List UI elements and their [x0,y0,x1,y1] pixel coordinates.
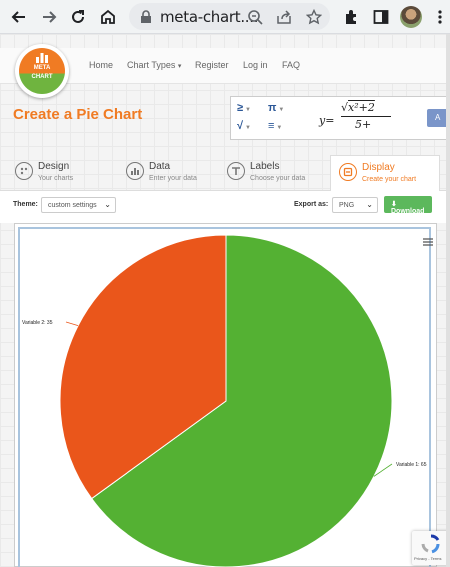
tab-labels-subtitle: Choose your data [250,175,306,182]
avatar[interactable] [400,6,422,28]
display-icon [339,163,357,181]
nav-faq[interactable]: FAQ [282,60,300,70]
formula-num-text: x²+2 [348,101,375,114]
formula-y: y= [319,114,335,127]
sqrt-button[interactable]: √ ▼ [237,120,251,132]
scrollbar[interactable] [446,34,450,567]
nav-chart-types-label: Chart Types [127,60,176,70]
options-row: Theme: custom settings ⌄ Export as: PNG … [0,191,450,223]
formula-numerator: √x²+2 [341,101,375,114]
back-icon[interactable] [7,5,31,29]
tab-display[interactable]: Display Create your chart [330,155,440,192]
chart-container: Variable 1: 65 Variable 2: 35 [14,223,437,567]
nav-register[interactable]: Register [195,60,229,70]
chevron-down-icon: ⌄ [366,200,373,209]
tab-labels-title: Labels [250,161,280,172]
chevron-down-icon: ▾ [177,63,182,70]
bar-chart-icon [126,162,144,180]
chevron-down-icon: ▼ [245,107,251,113]
tab-display-title: Display [362,162,395,173]
equation-panel: ≥ ▼ π ▼ √ ▼ ≡ ▼ y= √x²+2 5+ A [230,96,450,140]
recaptcha-badge[interactable]: Privacy - Terms [412,531,450,565]
pi-button[interactable]: π ▼ [268,102,284,114]
lock-icon[interactable] [136,7,156,27]
chart-menu-icon[interactable] [423,233,433,246]
text-icon [227,162,245,180]
formula-denominator: 5+ [355,118,372,131]
nav-chart-types[interactable]: Chart Types ▾ [127,60,181,70]
theme-label: Theme: [13,201,38,208]
tab-design[interactable]: Design Your charts [15,155,125,191]
menu-icon[interactable] [428,5,450,29]
export-format-value: PNG [339,202,355,209]
download-button[interactable]: ⬇ Download [384,196,432,215]
reload-icon[interactable] [66,5,90,29]
theme-select-value: custom settings [48,202,97,209]
url-text: meta-chart.... [160,8,259,26]
apply-label: A [435,113,441,122]
home-icon[interactable] [96,5,120,29]
recaptcha-links[interactable]: Privacy - Terms [414,556,441,561]
export-format-select[interactable]: PNG ⌄ [332,197,378,213]
tab-design-subtitle: Your charts [38,175,74,182]
chart-frame: Variable 1: 65 Variable 2: 35 [18,227,433,567]
matrix-symbol: ≡ [268,120,275,132]
star-icon[interactable] [304,7,324,27]
sqrt-symbol: √ [237,120,244,132]
inequality-symbol: ≥ [237,102,244,114]
download-label: Download [391,208,425,215]
recaptcha-icon [421,534,440,554]
logo-line1: META [33,65,51,71]
matrix-button[interactable]: ≡ ▼ [268,120,282,132]
site-logo[interactable]: META CHART [15,44,69,98]
logo-line2: CHART [31,74,53,80]
tab-data-title: Data [149,161,171,172]
export-label: Export as: [294,201,329,208]
nav-login[interactable]: Log in [243,60,268,70]
extensions-icon[interactable] [340,5,364,29]
chevron-down-icon: ▼ [276,125,283,131]
forward-icon[interactable] [37,5,61,29]
chevron-down-icon: ▼ [245,125,251,131]
page-title: Create a Pie Chart [13,106,143,123]
fraction-line [341,116,391,117]
palette-icon [15,162,33,180]
chart-steps-tabs: Design Your charts Data Enter your data … [0,155,450,192]
logo-badge: META CHART [19,48,65,94]
inequality-button[interactable]: ≥ ▼ [237,102,251,114]
share-icon[interactable] [274,7,294,27]
bar-chart-icon [36,53,48,63]
tab-data[interactable]: Data Enter your data [126,155,236,191]
data-label-2: Variable 2: 35 [22,320,53,326]
pi-symbol: π [268,102,277,114]
browser-toolbar: meta-chart.... [0,0,450,34]
nav-home[interactable]: Home [89,60,113,70]
tab-design-title: Design [38,161,70,172]
data-label-1: Variable 1: 65 [396,462,427,468]
pie-chart: Variable 1: 65 Variable 2: 35 [22,234,427,567]
download-icon: ⬇ [391,201,397,208]
chevron-down-icon: ▼ [278,107,285,113]
zoom-icon[interactable] [245,7,265,27]
tab-display-subtitle: Create your chart [362,176,417,183]
theme-select[interactable]: custom settings ⌄ [41,197,116,213]
label-connector-2 [65,321,79,327]
tab-labels[interactable]: Labels Choose your data [227,155,337,191]
sidepanel-icon[interactable] [369,5,393,29]
tab-data-subtitle: Enter your data [149,175,197,182]
address-bar[interactable]: meta-chart.... [129,3,330,30]
chevron-down-icon: ⌄ [104,200,111,209]
